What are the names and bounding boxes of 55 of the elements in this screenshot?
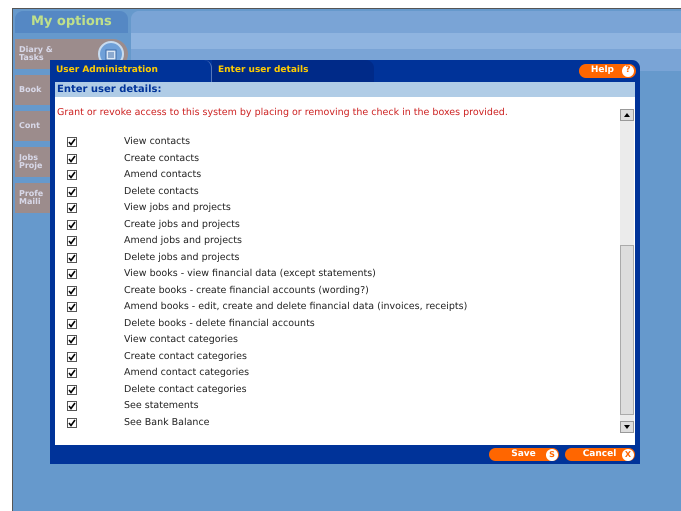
- instruction-text: Grant or revoke access to this system by placing or removing the check in the boxes provided.: [56, 106, 509, 120]
- permission-label: Delete contacts: [124, 184, 199, 199]
- permission-label: Create contact categories: [124, 350, 247, 364]
- key-hint-icon: X: [622, 448, 634, 460]
- save-button[interactable]: Save S: [489, 448, 559, 461]
- scroll-up-icon[interactable]: [620, 109, 634, 121]
- checkbox[interactable]: [67, 401, 77, 412]
- checkbox[interactable]: [67, 252, 77, 263]
- section-heading: Enter user details:: [55, 82, 635, 97]
- checkbox[interactable]: [67, 236, 77, 246]
- scrollbar[interactable]: [620, 109, 634, 433]
- checkbox[interactable]: [67, 154, 77, 164]
- permission-label: View books - view financial data (except statements): [124, 267, 376, 282]
- permission-label: Create jobs and projects: [124, 218, 240, 232]
- permission-label: Delete contact categories: [124, 382, 247, 397]
- checkbox[interactable]: [67, 318, 77, 329]
- checkbox[interactable]: [67, 286, 77, 296]
- permission-label: Amend contacts: [124, 168, 202, 182]
- scroll-thumb[interactable]: [620, 245, 634, 415]
- checkbox[interactable]: [67, 384, 77, 395]
- cancel-button[interactable]: Cancel X: [565, 448, 635, 461]
- key-hint-icon: S: [546, 448, 558, 460]
- checkbox[interactable]: [67, 335, 77, 346]
- help-button[interactable]: Help ?: [578, 64, 636, 78]
- sidebar-title: My options: [15, 11, 128, 33]
- checkbox[interactable]: [67, 220, 77, 230]
- sidebar-item-label: Cont: [19, 122, 41, 130]
- permission-label: Delete jobs and projects: [124, 250, 240, 265]
- sidebar-item-label: Jobs Proje: [19, 154, 44, 170]
- permission-label: View jobs and projects: [124, 201, 231, 216]
- permission-label: See statements: [124, 399, 199, 414]
- checkbox[interactable]: [67, 269, 77, 280]
- permission-label: Create contacts: [124, 152, 200, 166]
- permission-label: View contacts: [124, 135, 190, 150]
- sidebar-item-label: Book: [19, 86, 42, 94]
- help-icon: ?: [622, 65, 634, 77]
- permission-label: Amend jobs and projects: [124, 234, 242, 248]
- permission-label: View contact categories: [124, 333, 238, 348]
- checkbox[interactable]: [67, 302, 77, 312]
- permission-label: Create books - create financial accounts (wording?): [124, 284, 369, 298]
- sidebar-item-label: Profe Maili: [19, 190, 44, 206]
- checkbox[interactable]: [67, 418, 77, 428]
- permission-label: See Bank Balance: [124, 416, 210, 430]
- permission-label: Delete books - delete financial accounts: [124, 316, 315, 331]
- checkbox[interactable]: [67, 186, 77, 197]
- permission-label: Amend contact categories: [124, 366, 250, 380]
- checkbox[interactable]: [67, 170, 77, 180]
- checkbox[interactable]: [67, 368, 77, 378]
- checkbox[interactable]: [67, 203, 77, 214]
- scroll-down-icon[interactable]: [620, 421, 634, 433]
- permission-label: Amend books - edit, create and delete financial data (invoices, receipts): [124, 300, 468, 314]
- checkbox[interactable]: [67, 352, 77, 362]
- tab[interactable]: Enter user details: [212, 60, 374, 82]
- checkbox[interactable]: [67, 137, 77, 148]
- sidebar-item-label: Diary & Tasks: [19, 46, 54, 62]
